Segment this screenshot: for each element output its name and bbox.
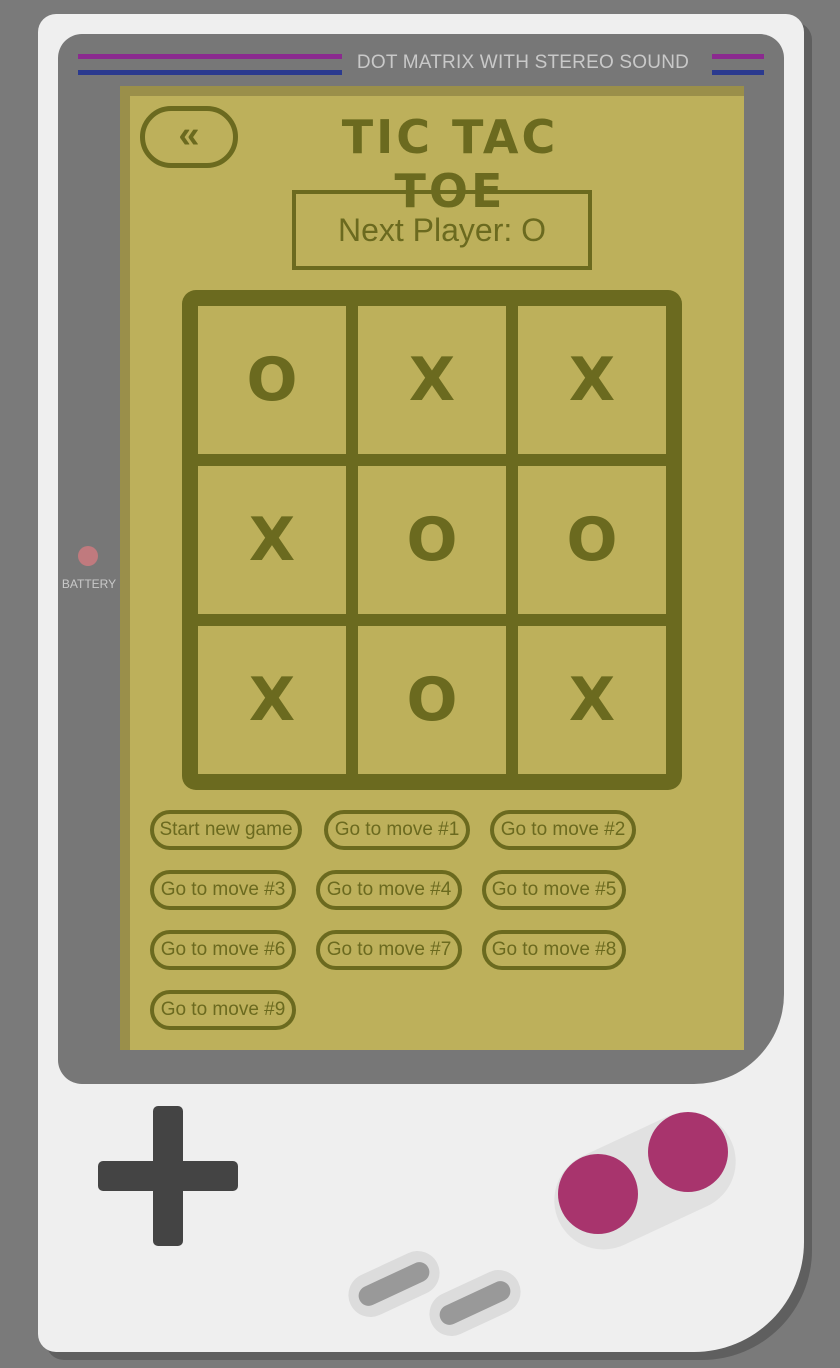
screen-bezel: DOT MATRIX WITH STEREO SOUND BATTERY « T… xyxy=(58,34,784,1084)
start-new-game-button[interactable]: Start new game xyxy=(150,810,302,850)
go-to-move-1-button[interactable]: Go to move #1 xyxy=(324,810,470,850)
handheld-console: DOT MATRIX WITH STEREO SOUND BATTERY « T… xyxy=(38,14,804,1352)
go-to-move-6-button[interactable]: Go to move #6 xyxy=(150,930,296,970)
double-chevron-left-icon: « xyxy=(178,114,200,156)
tic-tac-toe-board: O X X X O O X O X xyxy=(182,290,682,790)
go-to-move-3-button[interactable]: Go to move #3 xyxy=(150,870,296,910)
go-to-move-9-button[interactable]: Go to move #9 xyxy=(150,990,296,1030)
board-cell-6[interactable]: X xyxy=(198,626,346,774)
start-button-pad xyxy=(436,1277,514,1329)
brand-label: DOT MATRIX WITH STEREO SOUND xyxy=(356,52,690,73)
board-cell-1[interactable]: X xyxy=(358,306,506,454)
select-button-pad xyxy=(355,1258,433,1310)
go-to-move-5-button[interactable]: Go to move #5 xyxy=(482,870,626,910)
bezel-stripe-blue xyxy=(78,70,342,75)
bezel-stripe-purple xyxy=(78,54,342,59)
dpad-horizontal-icon[interactable] xyxy=(98,1161,238,1191)
bezel-stripe-purple-right xyxy=(712,54,764,59)
back-button[interactable]: « xyxy=(140,106,238,168)
battery-label: BATTERY xyxy=(61,577,117,591)
board-cell-2[interactable]: X xyxy=(518,306,666,454)
battery-led-icon xyxy=(78,546,98,566)
board-cell-4[interactable]: O xyxy=(358,466,506,614)
go-to-move-2-button[interactable]: Go to move #2 xyxy=(490,810,636,850)
go-to-move-4-button[interactable]: Go to move #4 xyxy=(316,870,462,910)
a-button[interactable] xyxy=(648,1112,728,1192)
game-screen: « TIC TAC TOE Next Player: O O X X X O O… xyxy=(120,86,744,1050)
go-to-move-7-button[interactable]: Go to move #7 xyxy=(316,930,462,970)
board-cell-8[interactable]: X xyxy=(518,626,666,774)
status-next-player: Next Player: O xyxy=(292,190,592,270)
board-cell-3[interactable]: X xyxy=(198,466,346,614)
b-button[interactable] xyxy=(558,1154,638,1234)
board-cell-7[interactable]: O xyxy=(358,626,506,774)
bezel-stripe-blue-right xyxy=(712,70,764,75)
board-cell-0[interactable]: O xyxy=(198,306,346,454)
go-to-move-8-button[interactable]: Go to move #8 xyxy=(482,930,626,970)
board-cell-5[interactable]: O xyxy=(518,466,666,614)
